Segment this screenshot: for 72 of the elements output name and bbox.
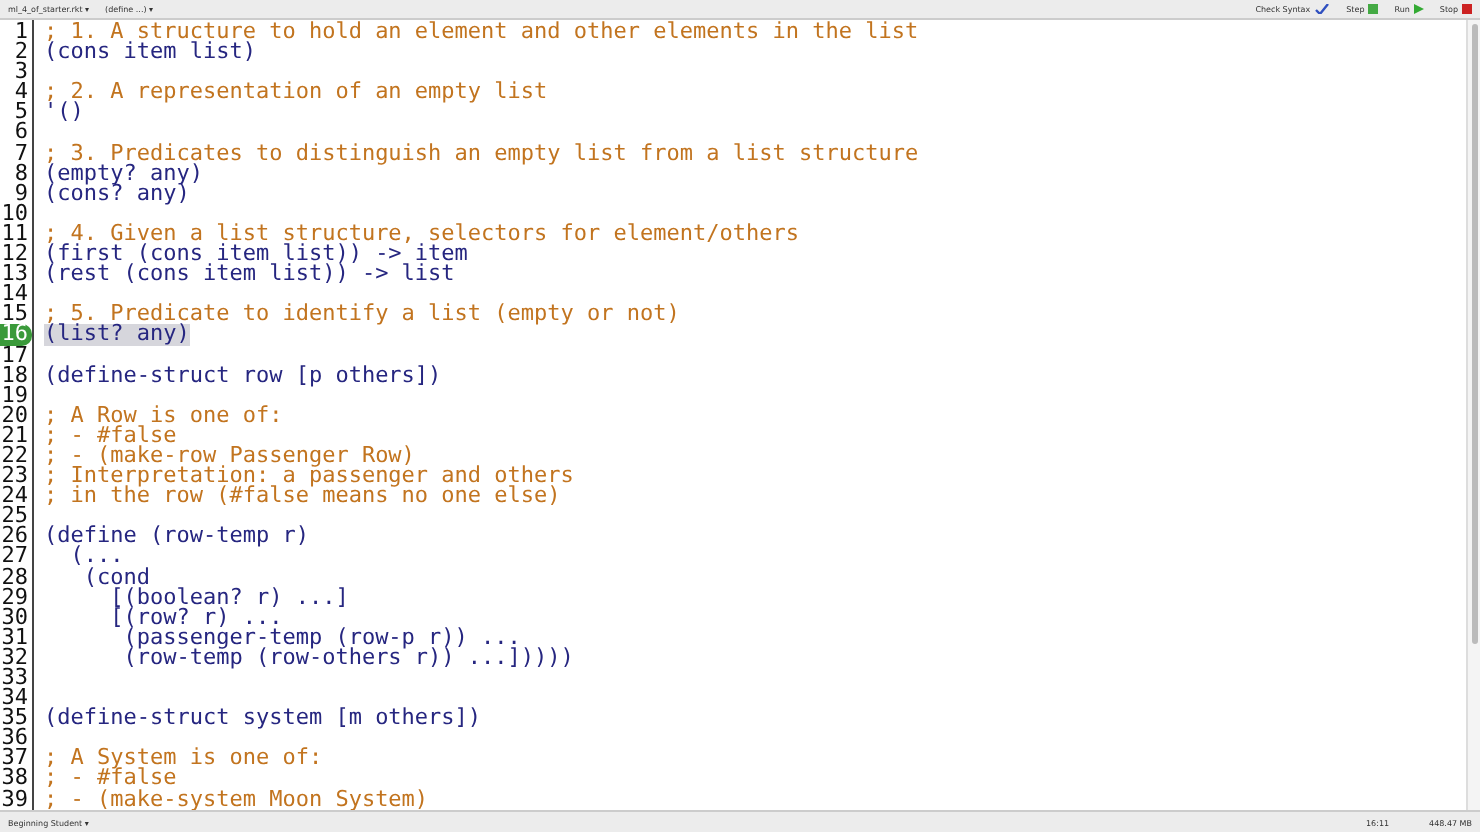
line-number: 29 [0,587,30,608]
line-number: 26 [0,526,30,547]
code-line: (cons? any) [44,183,190,204]
code-comment: ; - (make-row Passenger Row) [44,445,415,467]
code-line: (empty? any) [44,163,203,184]
line-number: 2 [12,42,30,63]
code-comment: ; 4. Given a list structure, selectors for element/others [44,223,799,245]
code-line: (row-temp (row-others r)) ...])))) [121,647,574,668]
line-number: 27 [0,546,30,568]
line-number: 20 [0,405,30,426]
line-number: 24 [0,486,30,507]
code-comment: ; 2. A representation of an empty list [44,82,548,103]
line-number: 14 [0,284,30,305]
code-comment: ; A Row is one of: [44,405,283,426]
code-comment: ; - #false [44,768,177,790]
line-number: 21 [0,425,30,446]
code-comment: ; in the row (#false means no one else) [44,486,561,507]
line-number: 4 [12,82,30,103]
code-line: (define-struct row [p others]) [44,365,442,386]
play-icon [1413,4,1424,14]
line-number: 19 [0,385,30,406]
check-icon [1314,4,1331,14]
line-number: 6 [12,122,30,144]
line-number: 22 [0,445,30,467]
line-number: 23 [0,466,30,487]
line-number: 12 [0,244,30,265]
step-icon [1368,4,1379,14]
line-number: 33 [0,668,30,689]
code-line: (passenger-temp (row-p r)) ... [123,627,521,648]
code-comment: ; 1. A structure to hold an element and other elements in the list [44,22,919,43]
line-number: 25 [0,506,30,527]
code-line: (first (cons item list)) -> item [44,244,468,265]
line-number: 5 [12,102,30,123]
line-number: 36 [0,728,30,749]
code-line: [(row? r) ... [108,607,283,628]
line-number: 7 [12,143,30,164]
line-number: 10 [0,203,30,224]
code-comment: ; 3. Predicates to distinguish an empty list from a list structure [44,143,919,164]
code-line: (rest (cons item list)) -> list [44,264,455,285]
stop-icon [1462,4,1472,14]
line-number: 38 [0,768,30,790]
line-number: 9 [14,183,30,204]
code-line: (... [70,546,124,568]
line-number: 39 [0,789,30,810]
line-number: 16 [0,324,32,345]
line-number: 30 [0,607,30,628]
code-comment: ; - (make-system Moon System) [44,789,429,810]
code-comment: ; 5. Predicate to identify a list (empty or not) [44,304,680,325]
line-number: 1 [12,22,30,43]
code-comment: ; Interpretation: a passenger and others [44,466,574,487]
line-number: 15 [0,304,30,325]
line-number: 28 [0,567,30,588]
code-comment: ; - #false [44,425,177,446]
code-line: (define-struct system [m others]) [44,708,482,729]
line-number: 35 [0,708,30,729]
line-number: 34 [0,688,30,709]
line-number: 37 [0,748,30,769]
code-line: (define (row-temp r) [44,526,309,547]
line-number: 11 [0,223,30,245]
line-number: 17 [0,345,30,366]
scrollbar[interactable] [1466,20,1480,810]
line-number: 18 [0,365,30,386]
code-line: '() [44,102,84,123]
code-line: (cond [83,567,150,588]
line-number: 13 [0,264,30,285]
code-line: [(boolean? r) ...] [110,587,349,608]
code-comment: ; A System is one of: [44,748,323,769]
line-number: 31 [0,627,30,648]
line-number: 8 [12,163,30,184]
line-number: 32 [0,647,30,668]
line-number: 3 [12,62,30,83]
code-line: (cons item list) [44,42,256,63]
